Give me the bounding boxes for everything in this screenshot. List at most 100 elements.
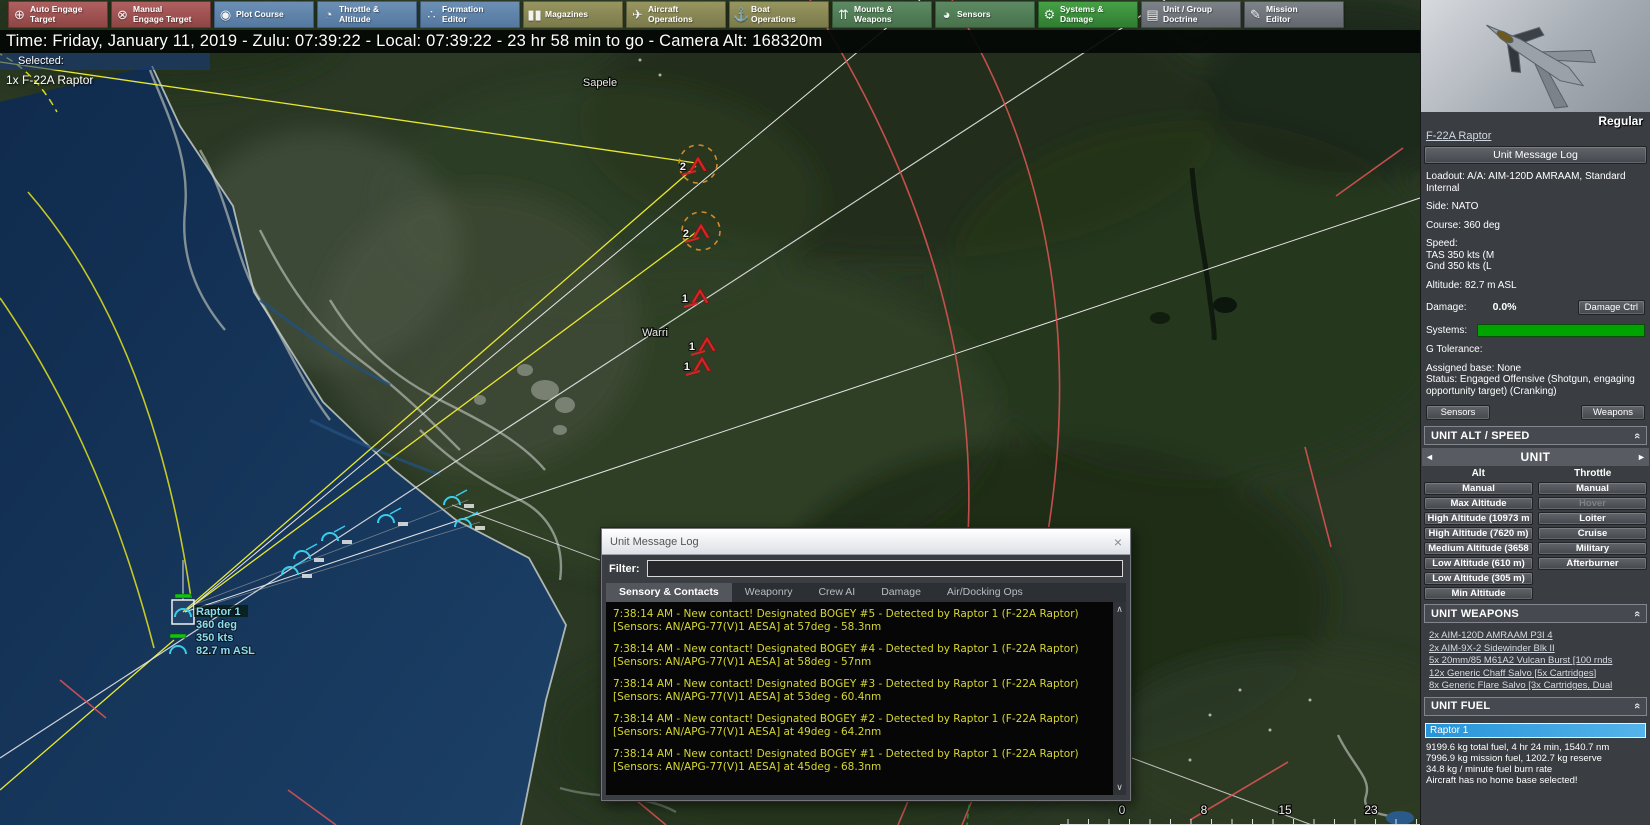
unit-alt-speed-header[interactable]: UNIT ALT / SPEED « — [1424, 426, 1647, 445]
unit-name-link[interactable]: F-22A Raptor — [1426, 130, 1491, 142]
tab-weaponry[interactable]: Weaponry — [732, 583, 806, 602]
formation-hex-icon: ∴ — [427, 7, 436, 22]
app-window: Sapele Warri 2 2 1 1 1 Raptor 1 360 deg 350 kts 82… — [0, 0, 1650, 825]
unit-altitude-label: 82.7 m ASL — [196, 645, 255, 657]
damage-ctrl-button[interactable]: Damage Ctrl — [1577, 300, 1645, 315]
unit-fuel-header[interactable]: UNIT FUEL « — [1424, 696, 1647, 716]
missiles-icon: ⇈ — [838, 7, 849, 22]
log-message: 7:38:14 AM - New contact! Designated BOG… — [613, 713, 1079, 738]
toolbar-button-mounts-weapons[interactable]: ⇈ Mounts & Weapons — [832, 1, 932, 28]
systems-label: Systems: — [1426, 324, 1468, 336]
toolbar-button-label: Formation Editor — [442, 3, 484, 24]
unit-label-dash — [314, 558, 324, 562]
toolbar-button-label: Mission Editor — [1266, 3, 1298, 24]
throttle-button-loiter[interactable]: Loiter — [1538, 512, 1647, 525]
toolbar-button-aircraft-operations[interactable]: ✈ Aircraft Operations — [626, 1, 726, 28]
toolbar-button-sensors[interactable]: ◕ Sensors — [935, 1, 1035, 28]
weapon-link-5x-20mm-85-m61a2-vulcan-burst-10[interactable]: 5x 20mm/85 M61A2 Vulcan Burst [100 rnds — [1429, 655, 1642, 668]
course-text: Course: 360 deg — [1426, 219, 1500, 231]
alt-button-high-altitude-7620-m[interactable]: High Altitude (7620 m) — [1424, 527, 1533, 540]
toolbar-button-mission-editor[interactable]: ✎ Mission Editor — [1244, 1, 1344, 28]
toolbar-button-throttle-altitude[interactable]: ◔ Throttle & Altitude — [317, 1, 417, 28]
weapon-link-12x-generic-chaff-salvo-5x-cartr[interactable]: 12x Generic Chaff Salvo [5x Cartridges] — [1429, 668, 1642, 681]
toolbar-button-formation-editor[interactable]: ∴ Formation Editor — [420, 1, 520, 28]
ruler-distance-label: 0 — [1119, 803, 1126, 817]
unit-weapons-header[interactable]: UNIT WEAPONS « — [1424, 604, 1647, 623]
toolbar-button-label: Boat Operations — [751, 3, 796, 24]
log-message: 7:38:14 AM - New contact! Designated BOG… — [613, 643, 1079, 668]
toolbar-button-label: Auto Engage Target — [30, 3, 83, 24]
alt-button-max-altitude[interactable]: Max Altitude — [1424, 497, 1533, 510]
tab-air-docking-ops[interactable]: Air/Docking Ops — [934, 583, 1036, 602]
weapon-link-8x-generic-flare-salvo-3x-cartri[interactable]: 8x Generic Flare Salvo [3x Cartridges, D… — [1429, 680, 1642, 693]
throttle-button-afterburner[interactable]: Afterburner — [1538, 557, 1647, 570]
toolbar-button-label: Mounts & Weapons — [854, 3, 893, 24]
message-log-area: 7:38:14 AM - New contact! Designated BOG… — [606, 602, 1126, 795]
collapse-icon[interactable]: « — [1631, 610, 1643, 616]
weapon-list: 2x AIM-120D AMRAAM P3I 4 2x AIM-9X-2 Side… — [1429, 630, 1642, 693]
toolbar-button-magazines[interactable]: ▮▮ Magazines — [523, 1, 623, 28]
side-text: Side: NATO — [1426, 201, 1479, 212]
throttle-gauge-icon: ◔ — [324, 7, 333, 22]
sensors-button[interactable]: Sensors — [1426, 405, 1490, 420]
alt-button-medium-altitude-3658[interactable]: Medium Altitude (3658 — [1424, 542, 1533, 555]
boat-icon: ⚓ — [733, 7, 750, 22]
alt-button-low-altitude-610-m[interactable]: Low Altitude (610 m) — [1424, 557, 1533, 570]
alt-button-min-altitude[interactable]: Min Altitude — [1424, 587, 1533, 600]
scroll-up-icon[interactable]: ∧ — [1116, 604, 1123, 615]
unit-label-dash — [398, 522, 408, 526]
tab-crew-ai[interactable]: Crew AI — [805, 583, 868, 602]
collapse-icon[interactable]: « — [1631, 432, 1643, 438]
panel-header-label: UNIT FUEL — [1431, 700, 1491, 712]
map-place-label: Sapele — [583, 77, 617, 89]
throttle-button-cruise[interactable]: Cruise — [1538, 527, 1647, 540]
toolbar-button-unit-group-doctrine[interactable]: ▤ Unit / Group Doctrine — [1141, 1, 1241, 28]
fuel-info-line: Aircraft has no home base selected! — [1426, 774, 1578, 786]
next-unit-icon[interactable]: ► — [1634, 452, 1649, 462]
scope-label: UNIT — [1520, 450, 1551, 464]
scroll-down-icon[interactable]: ∨ — [1116, 782, 1123, 793]
weapons-button[interactable]: Weapons — [1581, 405, 1645, 420]
lagoon — [1386, 811, 1414, 825]
f22-photo-illustration — [1486, 24, 1596, 109]
empty-cell — [1538, 572, 1647, 585]
toolbar-button-systems-damage[interactable]: ⚙ Systems & Damage — [1038, 1, 1138, 28]
alt-button-high-altitude-10973-m[interactable]: High Altitude (10973 m — [1424, 512, 1533, 525]
prev-unit-icon[interactable]: ◄ — [1422, 452, 1437, 462]
filter-label: Filter: — [609, 562, 640, 575]
weapon-link-2x-aim-120d-amraam-p3i-4[interactable]: 2x AIM-120D AMRAAM P3I 4 — [1429, 630, 1642, 643]
toolbar-button-auto-engage-target[interactable]: ⊕ Auto Engage Target — [8, 1, 108, 28]
throttle-button-military[interactable]: Military — [1538, 542, 1647, 555]
tab-damage[interactable]: Damage — [868, 583, 934, 602]
tab-sensory-contacts[interactable]: Sensory & Contacts — [606, 583, 732, 602]
log-message: 7:38:14 AM - New contact! Designated BOG… — [613, 608, 1079, 633]
throttle-button-hover: Hover — [1538, 497, 1647, 510]
dialog-title-bar[interactable]: Unit Message Log × — [602, 529, 1130, 555]
unit-message-log-button[interactable]: Unit Message Log — [1424, 146, 1647, 164]
doctrine-document-icon: ▤ — [1146, 7, 1159, 22]
scrollbar[interactable]: ∧ ∨ — [1113, 602, 1126, 795]
message-log-tabs: Sensory & Contacts Weaponry Crew AI Damage A… — [606, 583, 1126, 602]
weapon-link-2x-aim-9x-2-sidewinder-blk-ii[interactable]: 2x AIM-9X-2 Sidewinder Blk II — [1429, 643, 1642, 656]
unit-label-dash — [475, 526, 485, 530]
toolbar-button-boat-operations[interactable]: ⚓ Boat Operations — [729, 1, 829, 28]
fuel-info-line: 9199.6 kg total fuel, 4 hr 24 min, 1540.… — [1426, 741, 1610, 753]
time-text: Time: Friday, January 11, 2019 - Zulu: 0… — [6, 32, 823, 50]
alt-button-manual[interactable]: Manual — [1424, 482, 1533, 495]
toolbar-button-plot-course[interactable]: ◉ Plot Course — [214, 1, 314, 28]
close-icon[interactable]: × — [1114, 535, 1122, 549]
selected-label: Selected: — [0, 53, 210, 70]
fuel-selected-unit[interactable]: Raptor 1 — [1426, 723, 1645, 737]
alt-button-low-altitude-305-m[interactable]: Low Altitude (305 m) — [1424, 572, 1533, 585]
toolbar-button-manual-engage-target[interactable]: ⊗ Manual Engage Target — [111, 1, 211, 28]
unit-info-block: Loadout: A/A: AIM-120D AMRAAM, Standard … — [1421, 171, 1650, 397]
throttle-button-manual[interactable]: Manual — [1538, 482, 1647, 495]
unit-course-label: 360 deg — [196, 619, 237, 631]
unit-label-dash — [464, 504, 474, 508]
manual-engage-crosshair-icon: ⊗ — [117, 7, 128, 22]
systems-health-bar — [1477, 324, 1645, 337]
speed-tas: TAS 350 kts (M — [1426, 249, 1495, 261]
unit-info-sidebar: Regular F-22A Raptor Unit Message Log Lo… — [1420, 0, 1650, 825]
filter-input[interactable] — [646, 560, 1123, 577]
collapse-icon[interactable]: « — [1631, 703, 1643, 709]
